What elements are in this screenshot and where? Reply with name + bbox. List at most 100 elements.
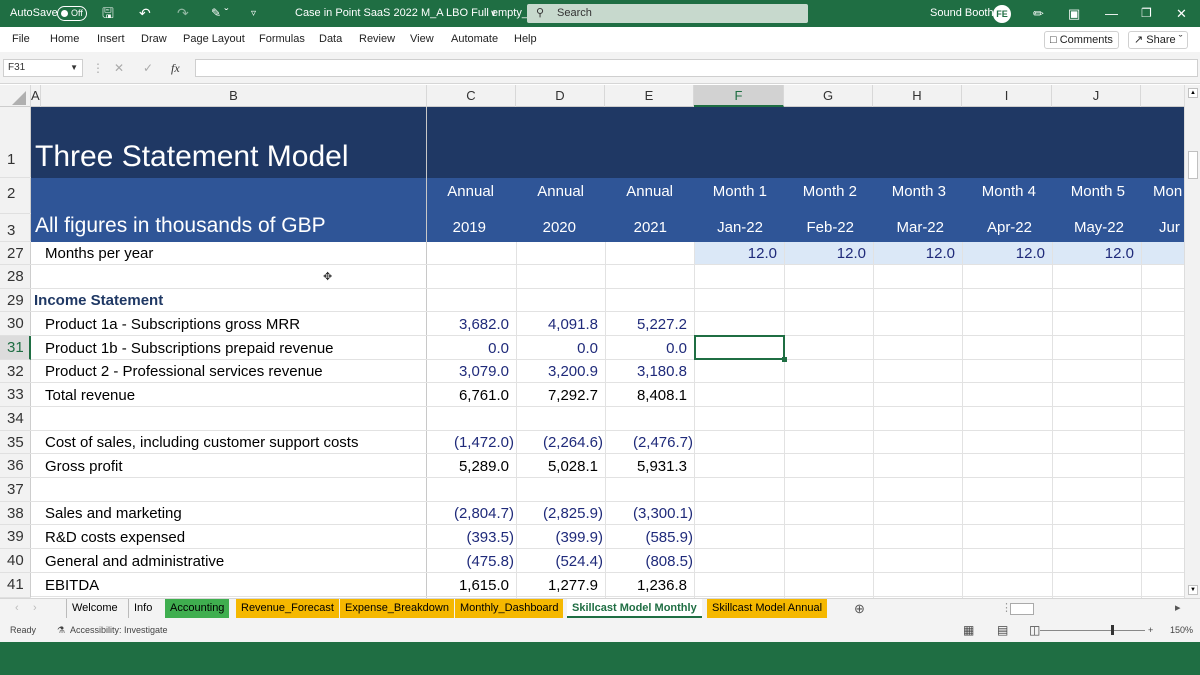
tab-accounting[interactable]: Accounting	[165, 599, 230, 618]
pen-icon[interactable]: ✏	[1033, 0, 1044, 27]
search-box[interactable]: ⚲ Search	[527, 4, 808, 23]
zoom-level[interactable]: 150%	[1170, 619, 1193, 642]
touch-mode-icon[interactable]: ✎ ˇ	[211, 0, 228, 27]
cell-value[interactable]: (475.8)	[427, 553, 514, 570]
tab-skillcast-model-annual[interactable]: Skillcast Model Annual	[707, 599, 828, 618]
cell-value[interactable]: 7,292.7	[517, 387, 598, 404]
row-label[interactable]: Sales and marketing	[45, 505, 182, 522]
column-header-e[interactable]: E	[605, 85, 694, 107]
column-header-c[interactable]: C	[427, 85, 516, 107]
undo-icon[interactable]: ↶	[139, 0, 151, 27]
menu-view[interactable]: View	[410, 27, 434, 52]
cell-value[interactable]: 12.0	[963, 245, 1045, 262]
cell-value[interactable]: (2,476.7)	[606, 434, 693, 451]
file-title[interactable]: Case in Point SaaS 2022 M_A LBO Full emp…	[295, 0, 534, 27]
column-header-d[interactable]: D	[516, 85, 605, 107]
period-type-header[interactable]: Month 1	[695, 183, 767, 200]
share-button[interactable]: ↗ Share ˇ	[1128, 31, 1189, 49]
scroll-down-icon[interactable]: ▼	[1188, 585, 1198, 595]
row-header[interactable]: 30	[0, 312, 31, 336]
enter-icon[interactable]: ✓	[143, 52, 153, 84]
menu-insert[interactable]: Insert	[97, 27, 125, 52]
normal-view-icon[interactable]: ▦	[963, 619, 974, 642]
cell-value[interactable]: 12.0	[785, 245, 866, 262]
tab-skillcast-model-monthly[interactable]: Skillcast Model Monthly	[567, 599, 702, 618]
row-header[interactable]: 31	[0, 336, 31, 360]
scroll-thumb[interactable]	[1188, 151, 1198, 179]
cell-value[interactable]: 3,200.9	[517, 363, 598, 380]
cancel-icon[interactable]: ✕	[114, 52, 124, 84]
menu-formulas[interactable]: Formulas	[259, 27, 305, 52]
column-header-b[interactable]: B	[41, 85, 427, 107]
period-header[interactable]: 2019	[427, 219, 486, 236]
row-header[interactable]: 40	[0, 549, 31, 573]
row-header[interactable]: 39	[0, 525, 31, 549]
cell-value[interactable]: 3,180.8	[606, 363, 687, 380]
row-header[interactable]: 35	[0, 431, 31, 454]
column-header-a[interactable]: A	[31, 85, 41, 107]
row-header[interactable]: 28	[0, 265, 31, 289]
chevron-down-icon[interactable]: ∨	[490, 0, 497, 27]
zoom-slider[interactable]	[1040, 630, 1145, 631]
cell-value[interactable]: (1,472.0)	[427, 434, 514, 451]
row-label[interactable]: Total revenue	[45, 387, 135, 404]
period-header[interactable]: Jan-22	[695, 219, 763, 236]
row-label[interactable]: Months per year	[45, 245, 153, 262]
fx-icon[interactable]: fx	[171, 52, 180, 84]
horizontal-scrollbar[interactable]	[1010, 603, 1034, 615]
accessibility-icon[interactable]: ⚗	[57, 619, 65, 642]
cell-value[interactable]: 3,682.0	[427, 316, 509, 333]
period-header[interactable]: Apr-22	[963, 219, 1032, 236]
period-type-header[interactable]: Month 4	[963, 183, 1036, 200]
row-label[interactable]: Product 1a - Subscriptions gross MRR	[45, 316, 300, 333]
row-header[interactable]: 41	[0, 573, 31, 598]
period-type-header[interactable]: Annual	[606, 183, 673, 200]
cell-value[interactable]: 1,236.8	[606, 577, 687, 594]
column-header-g[interactable]: G	[784, 85, 873, 107]
zoom-slider-handle[interactable]	[1111, 625, 1114, 635]
menu-draw[interactable]: Draw	[141, 27, 167, 52]
formula-input[interactable]	[195, 59, 1198, 77]
vertical-scrollbar[interactable]: ▲ ▼	[1184, 85, 1200, 598]
units-label[interactable]: All figures in thousands of GBP	[35, 214, 326, 238]
save-icon[interactable]: 🖫	[102, 0, 114, 27]
close-icon[interactable]: ✕	[1176, 0, 1187, 27]
cell-value[interactable]: 12.0	[874, 245, 955, 262]
scroll-right-icon[interactable]: ▸	[1170, 599, 1186, 618]
scroll-up-icon[interactable]: ▲	[1188, 88, 1198, 98]
cell-grid[interactable]: Three Statement Model Annual Annual Annu…	[31, 107, 1184, 598]
tab-info[interactable]: Info	[128, 599, 157, 618]
cell-value[interactable]: 0.0	[427, 340, 509, 357]
period-header[interactable]: 2021	[606, 219, 667, 236]
period-header[interactable]: May-22	[1053, 219, 1124, 236]
tab-scroll-right-icon[interactable]: ›	[28, 599, 42, 618]
row-header[interactable]: 32	[0, 360, 31, 383]
cell-value[interactable]: 0.0	[517, 340, 598, 357]
cell-value[interactable]: 3,079.0	[427, 363, 509, 380]
menu-data[interactable]: Data	[319, 27, 342, 52]
menu-review[interactable]: Review	[359, 27, 395, 52]
cell-value[interactable]: 5,931.3	[606, 458, 687, 475]
cell-value[interactable]: 12.0	[695, 245, 777, 262]
tab-monthly-dashboard[interactable]: Monthly_Dashboard	[455, 599, 564, 618]
period-header[interactable]: Jur	[1159, 219, 1180, 236]
tab-expense-breakdown[interactable]: Expense_Breakdown	[340, 599, 454, 618]
cell-value[interactable]: 5,028.1	[517, 458, 598, 475]
column-header-h[interactable]: H	[873, 85, 962, 107]
row-header[interactable]: 36	[0, 454, 31, 478]
user-name[interactable]: Sound Booth	[930, 0, 994, 27]
row-header[interactable]: 1	[0, 107, 31, 178]
row-label[interactable]: Product 2 - Professional services revenu…	[45, 363, 323, 380]
cell-value[interactable]: 1,277.9	[517, 577, 598, 594]
period-header[interactable]: Feb-22	[785, 219, 854, 236]
cell-value[interactable]: (3,300.1)	[606, 505, 693, 522]
accessibility-status[interactable]: Accessibility: Investigate	[70, 619, 168, 642]
row-label[interactable]: Cost of sales, including customer suppor…	[45, 434, 358, 451]
name-box[interactable]: F31 ▼	[3, 59, 83, 77]
cell-value[interactable]: (585.9)	[606, 529, 693, 546]
cell-value[interactable]: 4,091.8	[517, 316, 598, 333]
period-header[interactable]: 2020	[517, 219, 576, 236]
row-header[interactable]: 34	[0, 407, 31, 431]
menu-file[interactable]: File	[12, 27, 30, 52]
active-cell[interactable]	[694, 335, 787, 362]
